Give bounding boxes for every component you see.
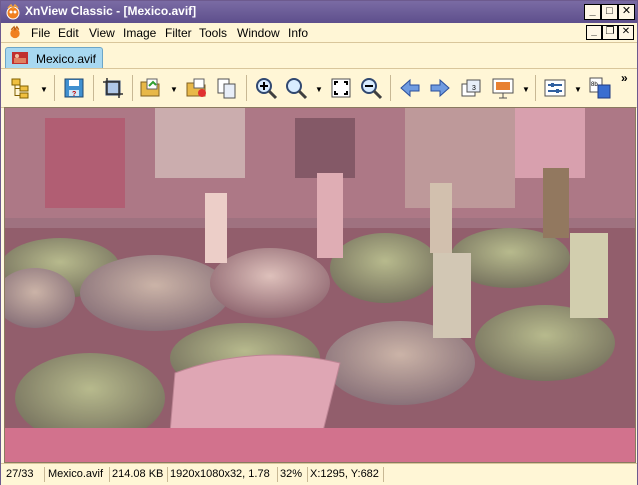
toolbar-separator [535,75,536,101]
toolbar-separator [54,75,55,101]
browser-tree-icon[interactable] [9,76,33,100]
minimize-icon: _ [589,5,596,17]
minimize-icon: _ [591,26,597,37]
image-thumbnail-icon [12,52,28,64]
tab-bar: Mexico.avif [1,43,637,69]
adjust-dropdown-icon[interactable]: ▼ [574,85,582,94]
status-filesize: 214.08 KB [109,467,168,482]
svg-text:8b: 8b [591,82,598,88]
toolbar-separator [246,75,247,101]
convert-icon[interactable]: 8b [588,76,612,100]
menu-filter[interactable]: Filter [165,26,192,40]
maximize-icon: □ [606,5,613,17]
menu-info[interactable]: Info [288,26,308,40]
close-icon: ✕ [621,26,631,37]
toolbar-separator [93,75,94,101]
mdi-minimize-button[interactable]: _ [586,25,602,40]
next-icon[interactable] [428,76,452,100]
title-bar[interactable]: XnView Classic - [Mexico.avif] _ □ ✕ [1,1,637,23]
window-title: XnView Classic - [Mexico.avif] [25,4,197,18]
open-dropdown-icon[interactable]: ▼ [170,85,178,94]
slideshow-icon[interactable] [491,76,515,100]
menu-tools[interactable]: Tools [199,26,227,40]
status-index: 27/33 [3,467,45,482]
svg-text:3: 3 [472,85,476,92]
status-empty [383,467,637,482]
close-button[interactable]: ✕ [618,4,635,20]
zoom-in-icon[interactable] [254,76,278,100]
menu-window[interactable]: Window [237,26,280,40]
fit-window-icon[interactable] [329,76,353,100]
toolbar-overflow-icon[interactable]: » [621,71,628,85]
slideshow-dropdown-icon[interactable]: ▼ [522,85,530,94]
multipage-icon[interactable]: 3 [459,76,483,100]
toolbar: ▼ ? ▼ ▼ 3 ▼ ▼ 8b » [1,68,637,108]
market-photo [5,108,635,462]
menu-edit[interactable]: Edit [58,26,79,40]
toolbar-separator [390,75,391,101]
zoom-out-icon[interactable] [359,76,383,100]
zoom-dropdown-icon[interactable]: ▼ [315,85,323,94]
menu-file[interactable]: File [31,26,50,40]
svg-text:?: ? [72,91,76,98]
menu-bar: File Edit View Image Filter Tools Window… [1,23,637,43]
open-icon[interactable] [139,76,163,100]
move-to-icon[interactable] [185,76,209,100]
image-viewer[interactable] [4,107,636,463]
xnview-logo-icon [6,4,20,20]
close-icon: ✕ [621,5,632,17]
restore-icon: ❐ [605,26,615,37]
status-filename: Mexico.avif [45,467,110,482]
status-dimensions: 1920x1080x32, 1.78 [167,467,278,482]
zoom-icon[interactable] [284,76,308,100]
menu-view[interactable]: View [89,26,115,40]
toolbar-separator [132,75,133,101]
browser-dropdown-icon[interactable]: ▼ [40,85,48,94]
tab-label: Mexico.avif [36,52,97,66]
mdi-close-button[interactable]: ✕ [618,25,634,40]
mdi-restore-button[interactable]: ❐ [602,25,618,40]
adjust-icon[interactable] [543,76,567,100]
save-icon[interactable]: ? [62,76,86,100]
app-window: XnView Classic - [Mexico.avif] _ □ ✕ Fil… [0,0,638,485]
document-logo-icon[interactable] [7,25,23,40]
tab-mexico-avif[interactable]: Mexico.avif [5,47,103,69]
status-coords: X:1295, Y:682 [307,467,384,482]
copy-icon[interactable] [215,76,239,100]
previous-icon[interactable] [398,76,422,100]
minimize-button[interactable]: _ [584,4,601,20]
menu-image[interactable]: Image [123,26,156,40]
status-zoom: 32% [277,467,308,482]
status-bar: 27/33 Mexico.avif 214.08 KB 1920x1080x32… [1,463,637,485]
crop-icon[interactable] [101,76,125,100]
maximize-button[interactable]: □ [601,4,618,20]
